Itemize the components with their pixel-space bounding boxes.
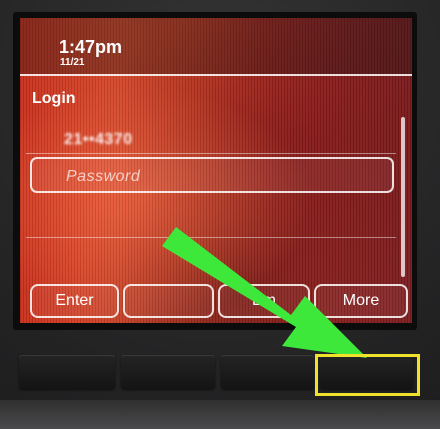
password-placeholder: Password <box>66 168 141 185</box>
row-divider <box>26 237 396 238</box>
status-divider <box>20 74 412 76</box>
softkey-em[interactable]: Em <box>218 284 310 318</box>
highlight-box <box>315 354 420 396</box>
clock-time: 1:47pm <box>59 37 123 57</box>
softkey-enter[interactable]: Enter <box>30 284 119 318</box>
softkey-blank[interactable] <box>123 284 214 318</box>
page-title: Login <box>32 90 76 107</box>
user-id-field[interactable]: 21••4370 <box>64 131 133 149</box>
softkey-more[interactable]: More <box>314 284 408 318</box>
device-bottom-edge <box>0 400 440 429</box>
clock-date: 11/21 <box>60 57 85 68</box>
hardware-softkey-2[interactable] <box>121 355 215 389</box>
scrollbar[interactable] <box>401 117 405 277</box>
password-field[interactable]: Password <box>30 157 394 193</box>
row-divider <box>26 153 396 154</box>
hardware-softkey-1[interactable] <box>19 355 115 389</box>
hardware-softkey-3[interactable] <box>221 355 314 389</box>
phone-screen: 1:47pm 11/21 Login 21••4370 Password Ent… <box>20 18 412 323</box>
